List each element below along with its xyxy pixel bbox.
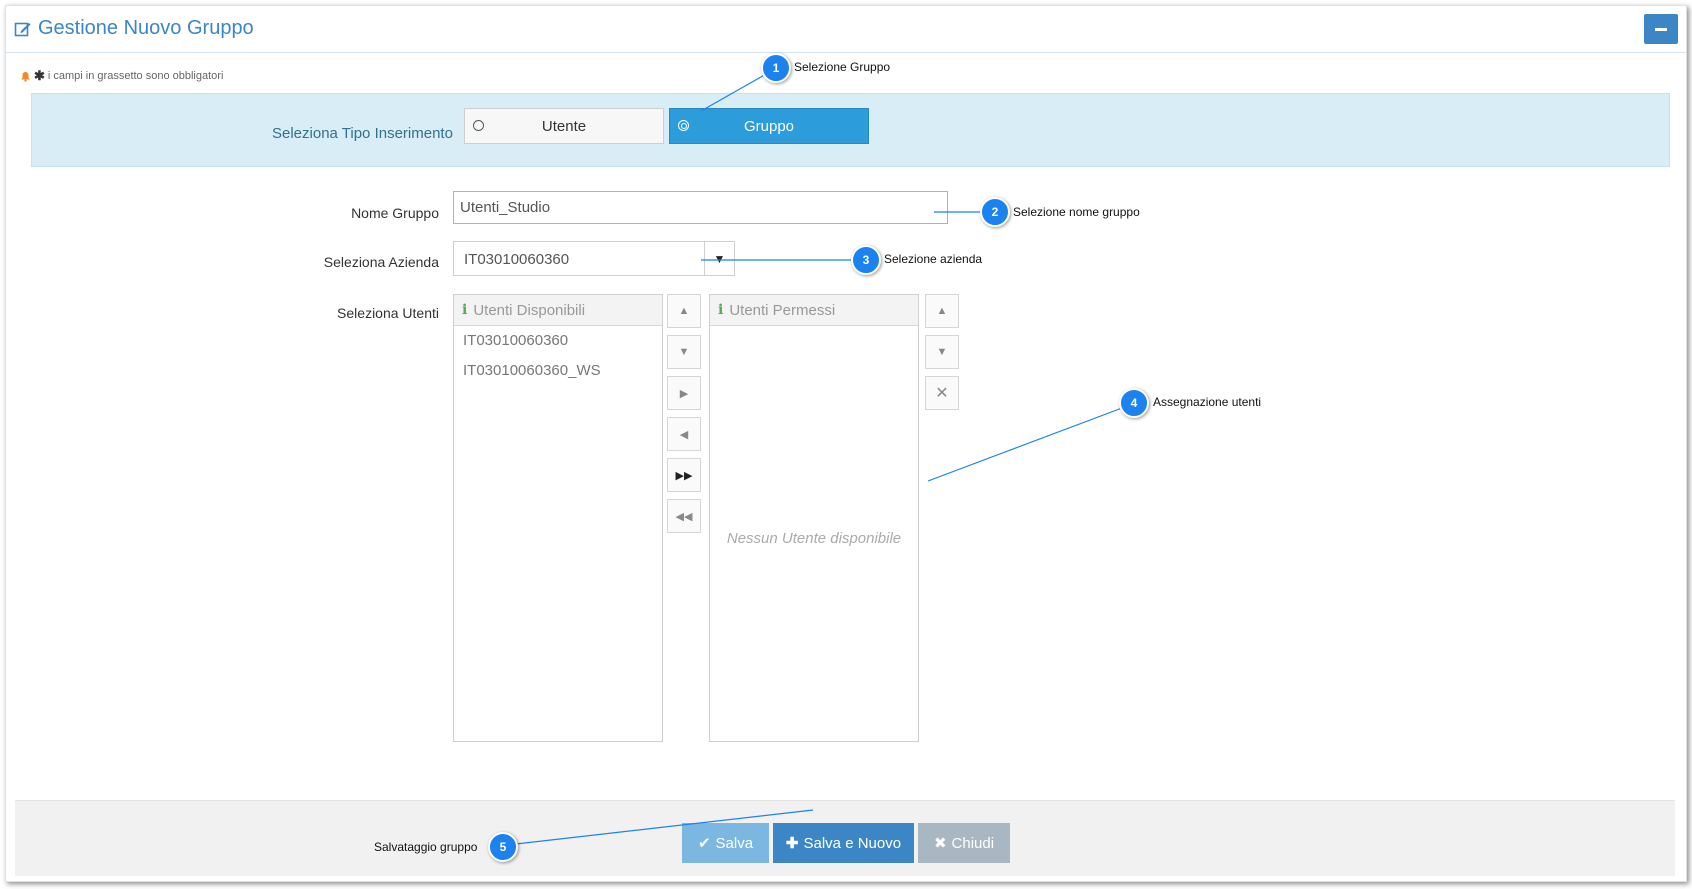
callout-line-4	[927, 407, 1123, 482]
callout-1-text: Selezione Gruppo	[794, 60, 891, 74]
callout-4-marker: 4	[1119, 388, 1149, 418]
callout-3-text: Selezione azienda	[884, 252, 983, 266]
callout-4-text: Assegnazione utenti	[1153, 395, 1262, 409]
callout-5-text: Salvataggio gruppo	[374, 840, 478, 854]
callout-3-marker: 3	[851, 245, 881, 275]
callout-lines	[515, 68, 1123, 845]
callout-2-marker: 2	[980, 197, 1010, 227]
callout-line-5	[515, 809, 814, 845]
callout-5-marker: 5	[488, 832, 518, 862]
callout-1-marker: 1	[761, 53, 791, 83]
callout-2-text: Selezione nome gruppo	[1013, 205, 1140, 219]
